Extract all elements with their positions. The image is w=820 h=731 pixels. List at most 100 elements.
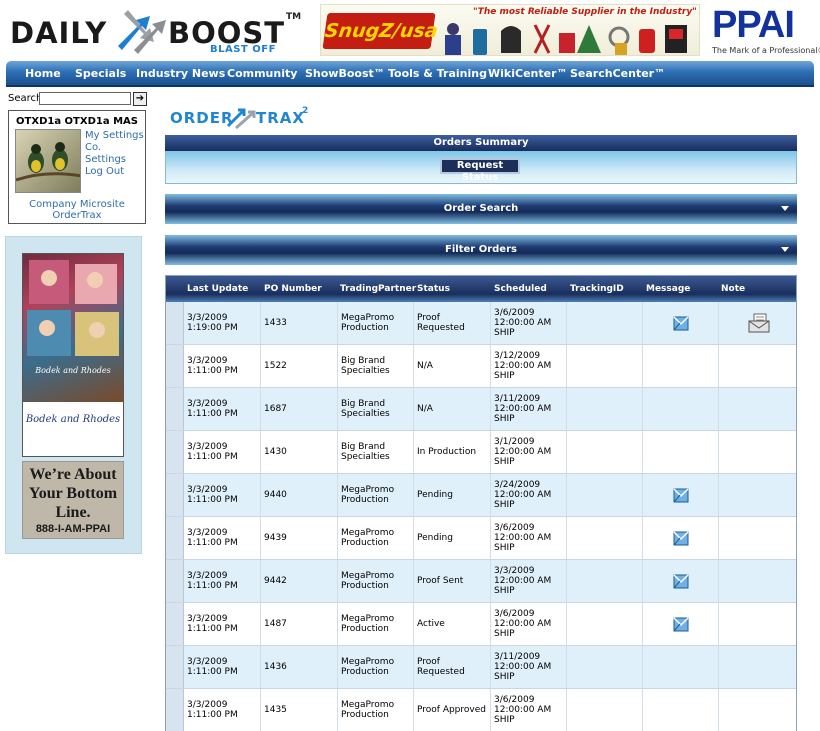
company-microsite-link[interactable]: Company Microsite xyxy=(9,199,145,210)
table-row[interactable]: 3/3/2009 1:11:00 PM 1430 Big Brand Specialti… xyxy=(166,431,796,474)
orders-summary-header[interactable]: Orders Summary xyxy=(165,135,797,151)
col-tracking-id[interactable]: TrackingID xyxy=(570,284,624,294)
table-row[interactable]: 3/3/2009 1:11:00 PM 1436 MegaPromo Productio… xyxy=(166,646,796,689)
note-envelope-icon[interactable] xyxy=(748,313,770,333)
cell-po-number-line-1: 1522 xyxy=(264,361,287,371)
cell-last-update-line-2: 1:11:00 PM xyxy=(187,495,238,505)
col-trading-partner[interactable]: TradingPartner xyxy=(340,284,416,294)
nav-wikicenter[interactable]: WikiCenter™ xyxy=(488,67,568,80)
envelope-icon[interactable] xyxy=(672,486,689,504)
table-row[interactable]: 3/3/2009 1:11:00 PM 1435 MegaPromo Productio… xyxy=(166,689,796,731)
col-po-number[interactable]: PO Number xyxy=(264,284,322,294)
cell-note xyxy=(719,689,796,731)
nav-searchcenter[interactable]: SearchCenter™ xyxy=(570,67,665,80)
envelope-icon[interactable] xyxy=(672,314,689,332)
main-navigation: Home Specials Industry News Community Sh… xyxy=(6,61,814,87)
cell-status-line-1: Pending xyxy=(417,533,453,543)
row-selector[interactable] xyxy=(166,646,184,688)
cell-last-update-line-2: 1:11:00 PM xyxy=(187,538,238,548)
filter-orders-title: Filter Orders xyxy=(445,244,517,255)
cell-scheduled-line-1: 3/6/2009 xyxy=(494,609,535,619)
col-last-update[interactable]: Last Update xyxy=(187,284,248,294)
row-selector[interactable] xyxy=(166,345,184,387)
catalog-brand: Bodek and Rhodes xyxy=(25,414,121,425)
cell-scheduled-line-1: 3/11/2009 xyxy=(494,652,541,662)
cell-scheduled-line-3: SHIP xyxy=(494,715,515,725)
envelope-icon[interactable] xyxy=(672,529,689,547)
order-search-title: Order Search xyxy=(443,203,519,214)
col-scheduled[interactable]: Scheduled xyxy=(494,284,547,294)
snugz-banner-ad[interactable]: SnugZ/usa "The most Reliable Supplier in… xyxy=(320,4,700,56)
row-selector[interactable] xyxy=(166,517,184,559)
cell-status: N/A xyxy=(414,388,491,430)
logo-daily-text: DAILY xyxy=(10,16,108,50)
table-row[interactable]: 3/3/2009 1:11:00 PM 9439 MegaPromo Productio… xyxy=(166,517,796,560)
table-row[interactable]: 3/3/2009 1:11:00 PM 9442 MegaPromo Productio… xyxy=(166,560,796,603)
nav-specials[interactable]: Specials xyxy=(75,67,126,80)
row-selector[interactable] xyxy=(166,431,184,473)
col-status[interactable]: Status xyxy=(417,284,450,294)
row-selector[interactable] xyxy=(166,603,184,645)
order-search-header[interactable]: Order Search xyxy=(165,194,797,224)
cell-trading-partner-line-1: MegaPromo xyxy=(341,571,395,581)
filter-orders-header[interactable]: Filter Orders xyxy=(165,235,797,265)
co-settings-link[interactable]: Co. Settings xyxy=(85,142,145,166)
envelope-icon[interactable] xyxy=(672,615,689,633)
col-note[interactable]: Note xyxy=(721,284,745,294)
cell-trading-partner-line-2: Specialties xyxy=(341,366,390,376)
row-selector[interactable] xyxy=(166,474,184,516)
nav-tools-training[interactable]: Tools & Training xyxy=(388,67,487,80)
table-row[interactable]: 3/3/2009 1:19:00 PM 1433 MegaPromo Productio… xyxy=(166,302,796,345)
cell-scheduled-line-2: 12:00:00 AM xyxy=(494,705,552,715)
nav-showboost[interactable]: ShowBoost™ xyxy=(305,67,385,80)
table-row[interactable]: 3/3/2009 1:11:00 PM 9440 MegaPromo Productio… xyxy=(166,474,796,517)
table-row[interactable]: 3/3/2009 1:11:00 PM 1687 Big Brand Specialti… xyxy=(166,388,796,431)
log-out-link[interactable]: Log Out xyxy=(85,166,145,178)
cell-status: Proof Sent xyxy=(414,560,491,602)
logo-tagline: BLAST OFF xyxy=(210,44,276,55)
ordertrax-link[interactable]: OrderTrax xyxy=(9,210,145,221)
cell-message xyxy=(643,646,719,688)
cell-scheduled-line-3: SHIP xyxy=(494,543,515,553)
catalog-cover-image: Bodek and Rhodes xyxy=(23,254,123,402)
cell-message xyxy=(643,388,719,430)
row-selector[interactable] xyxy=(166,560,184,602)
bodek-rhodes-ad[interactable]: Bodek and Rhodes Bodek and Rhodes xyxy=(22,253,124,457)
cell-status: Proof Requested xyxy=(414,302,491,344)
cell-status: Active xyxy=(414,603,491,645)
cell-scheduled-line-1: 3/24/2009 xyxy=(494,480,541,490)
my-settings-link[interactable]: My Settings xyxy=(85,130,145,142)
cell-note xyxy=(719,388,796,430)
ppai-bottom-line-ad[interactable]: We’re About Your Bottom Line. 888-I-AM-P… xyxy=(22,461,124,539)
table-row[interactable]: 3/3/2009 1:11:00 PM 1487 MegaPromo Productio… xyxy=(166,603,796,646)
cell-last-update: 3/3/2009 1:11:00 PM xyxy=(184,689,261,731)
cell-last-update-line-1: 3/3/2009 xyxy=(187,485,228,495)
envelope-icon[interactable] xyxy=(672,572,689,590)
nav-home[interactable]: Home xyxy=(25,67,61,80)
cell-scheduled-line-1: 3/6/2009 xyxy=(494,695,535,705)
table-row[interactable]: 3/3/2009 1:11:00 PM 1522 Big Brand Specialti… xyxy=(166,345,796,388)
banner-tagline: "The most Reliable Supplier in the Indus… xyxy=(473,7,697,17)
sidebar-search: Search ➔ xyxy=(8,92,147,106)
nav-industry-news[interactable]: Industry News xyxy=(136,67,225,80)
user-links: My Settings Co. Settings Log Out xyxy=(85,130,145,178)
request-status-button[interactable]: Request Status xyxy=(440,158,520,183)
row-selector[interactable] xyxy=(166,689,184,731)
row-selector[interactable] xyxy=(166,388,184,430)
cell-note xyxy=(719,302,796,344)
search-input[interactable] xyxy=(39,92,131,105)
chevron-down-icon xyxy=(781,247,789,252)
cell-scheduled: 3/11/2009 12:00:00 AM SHIP xyxy=(491,646,567,688)
row-selector[interactable] xyxy=(166,302,184,344)
nav-community[interactable]: Community xyxy=(227,67,297,80)
cell-status: In Production xyxy=(414,431,491,473)
ppai-logo[interactable]: PPAI The Mark of a Professional® xyxy=(708,4,820,56)
cell-po-number-line-1: 9440 xyxy=(264,490,287,500)
cell-status-line-2: Requested xyxy=(417,667,465,677)
cell-note xyxy=(719,345,796,387)
col-message[interactable]: Message xyxy=(646,284,690,294)
cell-last-update: 3/3/2009 1:11:00 PM xyxy=(184,517,261,559)
daily-boost-logo[interactable]: DAILY BOOST TM BLAST OFF xyxy=(10,6,310,56)
search-go-button[interactable]: ➔ xyxy=(133,92,147,106)
cell-tracking-id xyxy=(567,345,643,387)
